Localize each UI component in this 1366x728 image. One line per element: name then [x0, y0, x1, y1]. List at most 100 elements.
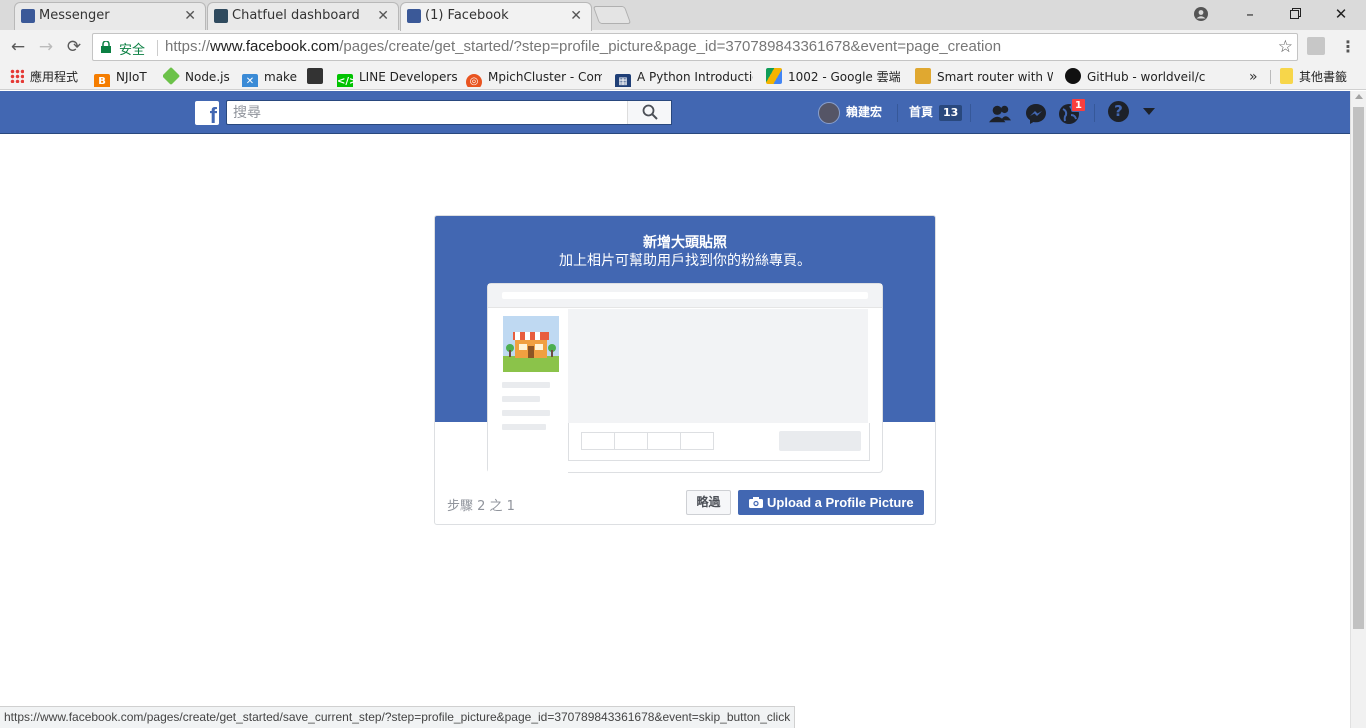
- url-text[interactable]: https://www.facebook.com/pages/create/ge…: [165, 38, 1001, 55]
- search-button[interactable]: [627, 101, 671, 124]
- bookmark-label: NJIoT: [116, 70, 147, 84]
- scroll-thumb[interactable]: [1353, 107, 1364, 629]
- bookmark-nodejs[interactable]: Node.js: [163, 67, 230, 87]
- tab-chatfuel[interactable]: Chatfuel dashboard ✕: [207, 2, 399, 30]
- bookmark-github[interactable]: GitHub - worldveil/c: [1065, 67, 1205, 87]
- blogger-icon: B: [94, 74, 110, 87]
- dialog-title: 新增大頭貼照: [643, 235, 727, 251]
- tab-title: (1) Facebook: [425, 8, 509, 23]
- preview-url-bar: [502, 292, 868, 299]
- help-icon[interactable]: ?: [1108, 101, 1129, 122]
- preview-placeholder-line: [502, 382, 550, 388]
- more-bookmarks-chevron-icon[interactable]: »: [1249, 67, 1258, 87]
- url-host: www.facebook.com: [210, 38, 340, 55]
- back-arrow-icon[interactable]: ←: [6, 35, 30, 59]
- tab-messenger[interactable]: Messenger ✕: [14, 2, 206, 30]
- header-divider: [970, 104, 971, 122]
- skip-button[interactable]: 略過: [686, 490, 731, 515]
- bookmark-python-intro[interactable]: ▦ A Python Introductio: [615, 67, 753, 87]
- bookmark-label: GitHub - worldveil/c: [1087, 70, 1205, 84]
- extension-icon[interactable]: [1307, 37, 1325, 55]
- help-symbol: ?: [1114, 102, 1123, 120]
- tab-title: Chatfuel dashboard: [232, 8, 360, 23]
- address-bar[interactable]: 安全 https://www.facebook.com/pages/create…: [92, 33, 1298, 61]
- upload-button-label: Upload a Profile Picture: [767, 495, 914, 510]
- page-scrollbar[interactable]: [1350, 91, 1366, 728]
- bookmark-other-folder[interactable]: 其他書籤: [1280, 67, 1347, 87]
- bookmark-untitled[interactable]: [307, 67, 329, 87]
- preview-tab: [647, 432, 681, 450]
- close-tab-icon[interactable]: ✕: [377, 3, 389, 29]
- grid-page-icon: ▦: [615, 74, 631, 87]
- messenger-icon[interactable]: [1025, 103, 1047, 125]
- dialog-subtitle: 加上相片可幫助用戶找到你的粉絲專頁。: [559, 253, 811, 269]
- github-icon: [1065, 68, 1081, 84]
- preview-placeholder-line: [502, 424, 546, 430]
- preview-placeholder-line: [502, 396, 540, 402]
- lock-icon: [101, 41, 111, 53]
- bookmark-label: 1002 - Google 雲端硬: [788, 70, 900, 84]
- camera-icon: [749, 497, 763, 508]
- facebook-logo-icon[interactable]: f: [195, 101, 219, 128]
- search-icon: [642, 104, 658, 120]
- bookmark-label: 應用程式: [30, 70, 79, 84]
- tab-facebook[interactable]: (1) Facebook ✕: [400, 2, 592, 31]
- reload-icon[interactable]: ⟳: [62, 35, 86, 59]
- preview-cover-photo: [568, 309, 868, 423]
- bookmark-google-drive[interactable]: 1002 - Google 雲端硬: [766, 67, 900, 87]
- preview-tab: [680, 432, 714, 450]
- minimize-window-icon[interactable]: –: [1238, 3, 1262, 25]
- avatar: [818, 101, 840, 124]
- folder-icon: [1280, 68, 1293, 84]
- account-menu-caret-icon[interactable]: [1142, 107, 1156, 117]
- facebook-favicon-icon: [407, 9, 421, 23]
- friend-requests-icon[interactable]: [989, 103, 1011, 125]
- facebook-favicon-icon: [21, 9, 35, 23]
- address-divider: [157, 40, 158, 56]
- restore-window-icon[interactable]: [1283, 3, 1307, 25]
- bookmarks-bar: 應用程式 B NJIoT Node.js ✕ make </> LINE Develo…: [0, 64, 1366, 90]
- search-box: [226, 100, 672, 125]
- bookmark-star-icon[interactable]: ☆: [1278, 37, 1293, 57]
- profile-icon[interactable]: [1189, 3, 1213, 25]
- bookmark-label: Smart router with W: [937, 70, 1053, 84]
- preview-action-bar: [568, 423, 870, 461]
- line-icon: </>: [337, 74, 357, 87]
- storefront-illustration-icon: [503, 316, 559, 372]
- close-tab-icon[interactable]: ✕: [184, 3, 196, 29]
- scroll-up-arrow-icon[interactable]: [1355, 94, 1363, 99]
- bookmark-label: 其他書籤: [1299, 70, 1348, 84]
- browser-tab-strip: Messenger ✕ Chatfuel dashboard ✕ (1) Fac…: [0, 0, 1366, 31]
- step-indicator: 步驟 2 之 1: [447, 499, 515, 514]
- browser-menu-icon[interactable]: ⋮: [1340, 37, 1356, 57]
- bookmark-line-developers[interactable]: </> LINE Developers: [337, 67, 458, 87]
- search-input[interactable]: [227, 101, 627, 124]
- new-tab-button[interactable]: [592, 6, 632, 24]
- bookmark-mpichcluster[interactable]: ◎ MpichCluster - Com: [466, 67, 602, 87]
- ubuntu-icon: ◎: [466, 74, 482, 87]
- close-window-icon[interactable]: ✕: [1329, 3, 1353, 25]
- hackster-icon: [915, 68, 931, 84]
- upload-profile-picture-button[interactable]: Upload a Profile Picture: [738, 490, 924, 515]
- secure-label: 安全: [119, 43, 146, 58]
- bookmark-label: make: [264, 70, 297, 84]
- header-divider: [897, 104, 898, 122]
- bookmark-njiot[interactable]: B NJIoT: [94, 67, 147, 87]
- notification-count-badge: 1: [1071, 98, 1086, 112]
- home-count-badge: 13: [939, 105, 963, 121]
- forward-arrow-icon[interactable]: →: [34, 35, 58, 59]
- bookmark-smart-router[interactable]: Smart router with W: [915, 67, 1053, 87]
- character-icon: [307, 68, 323, 84]
- bookmark-make[interactable]: ✕ make: [242, 67, 297, 87]
- bookmark-label: MpichCluster - Com: [488, 70, 602, 84]
- bookmarks-divider: [1270, 70, 1271, 84]
- close-tab-icon[interactable]: ✕: [570, 3, 582, 29]
- nodejs-icon: [163, 67, 181, 86]
- home-link[interactable]: 首頁 13: [909, 101, 963, 123]
- bookmark-apps[interactable]: 應用程式: [10, 67, 78, 87]
- profile-link[interactable]: 賴建宏: [818, 101, 882, 125]
- preview-top-bar: [488, 284, 882, 308]
- tab-title: Messenger: [39, 8, 110, 23]
- page-preview-illustration: [487, 283, 883, 473]
- home-label: 首頁: [909, 105, 934, 119]
